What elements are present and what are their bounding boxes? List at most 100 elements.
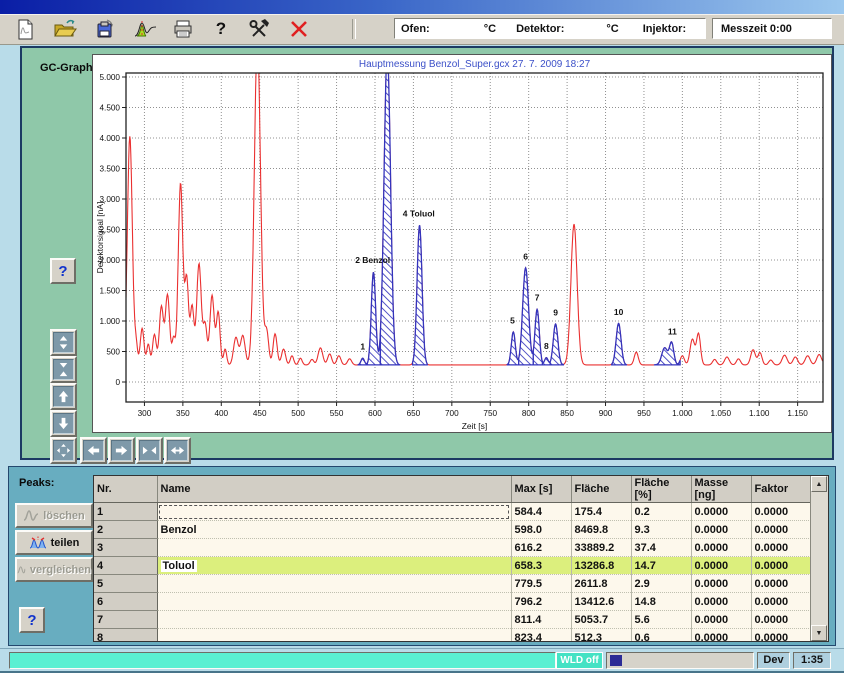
tools-icon[interactable] (246, 17, 272, 41)
table-cell[interactable]: 0.0000 (691, 539, 751, 557)
table-cell[interactable]: 0.0000 (691, 629, 751, 643)
column-header-flaeche[interactable]: Fläche (571, 476, 631, 503)
pan-right-button[interactable] (108, 437, 135, 464)
temperature-fields[interactable]: Ofen: °C Detektor: °C Injektor: °C (394, 18, 706, 39)
table-cell[interactable]: 0.0000 (751, 539, 811, 557)
table-row: 3616.233889.237.40.00000.0000 (94, 539, 811, 557)
table-cell[interactable]: 9.3 (631, 521, 691, 539)
table-cell[interactable]: 0.0000 (751, 575, 811, 593)
table-cell[interactable]: 0.0000 (751, 629, 811, 643)
print-icon[interactable] (170, 17, 196, 41)
table-cell[interactable]: 33889.2 (571, 539, 631, 557)
table-cell[interactable]: 14.8 (631, 593, 691, 611)
help-icon[interactable]: ? (208, 17, 234, 41)
table-cell[interactable]: 823.4 (511, 629, 571, 643)
table-cell[interactable]: 13286.8 (571, 557, 631, 575)
table-cell[interactable]: 0.6 (631, 629, 691, 643)
table-cell[interactable]: 0.0000 (751, 503, 811, 521)
row-number-cell[interactable]: 8 (94, 629, 157, 643)
table-cell[interactable]: 2.9 (631, 575, 691, 593)
wld-indicator[interactable]: WLD off (556, 652, 603, 669)
table-cell[interactable]: 598.0 (511, 521, 571, 539)
column-header-faktor[interactable]: Faktor (751, 476, 811, 503)
chromatogram-chart[interactable]: 12 Benzol4 Toluol56789101130035040045050… (92, 54, 832, 433)
row-number-cell[interactable]: 3 (94, 539, 157, 557)
table-cell[interactable]: 37.4 (631, 539, 691, 557)
svg-text:300: 300 (138, 409, 152, 418)
table-cell[interactable]: 584.4 (511, 503, 571, 521)
table-cell[interactable]: 779.5 (511, 575, 571, 593)
table-cell[interactable]: 811.4 (511, 611, 571, 629)
table-cell[interactable]: 0.0000 (751, 521, 811, 539)
column-header-max[interactable]: Max [s] (511, 476, 571, 503)
row-number-cell[interactable]: 2 (94, 521, 157, 539)
table-cell[interactable] (157, 593, 511, 611)
table-cell[interactable] (157, 539, 511, 557)
pan-left-button[interactable] (80, 437, 107, 464)
abort-icon[interactable] (286, 17, 312, 41)
peaks-help-button[interactable]: ? (19, 607, 45, 633)
row-number-cell[interactable]: 5 (94, 575, 157, 593)
pan-all-button[interactable] (50, 437, 77, 464)
peak-label-11: 11 (668, 326, 677, 336)
table-cell[interactable]: 5053.7 (571, 611, 631, 629)
table-cell[interactable]: 175.4 (571, 503, 631, 521)
table-cell[interactable]: 512.3 (571, 629, 631, 643)
column-header-masse[interactable]: Masse [ng] (691, 476, 751, 503)
new-file-icon[interactable] (12, 17, 38, 41)
teilen-button[interactable]: teilen (15, 530, 93, 555)
row-number-cell[interactable]: 7 (94, 611, 157, 629)
table-row: 8823.4512.30.60.00000.0000 (94, 629, 811, 643)
table-cell[interactable]: 5.6 (631, 611, 691, 629)
table-cell[interactable]: 0.0000 (691, 503, 751, 521)
expand-horizontal-button[interactable] (164, 437, 191, 464)
table-cell[interactable]: 0.0000 (691, 593, 751, 611)
table-cell[interactable]: Benzol (157, 521, 511, 539)
column-header-flaeche-pct[interactable]: Fläche [%] (631, 476, 691, 503)
open-file-icon[interactable] (52, 17, 78, 41)
table-cell[interactable]: 0.2 (631, 503, 691, 521)
scroll-up-button[interactable]: ▲ (811, 476, 827, 492)
delete-peak-icon (23, 510, 39, 521)
title-bar[interactable] (0, 0, 844, 14)
table-cell[interactable] (157, 575, 511, 593)
table-cell[interactable]: 14.7 (631, 557, 691, 575)
table-cell[interactable]: 8469.8 (571, 521, 631, 539)
table-cell[interactable] (157, 629, 511, 643)
table-cell[interactable]: 658.3 (511, 557, 571, 575)
row-number-cell[interactable]: 6 (94, 593, 157, 611)
compress-vertical-button[interactable] (50, 356, 77, 383)
table-cell[interactable]: 2611.8 (571, 575, 631, 593)
table-cell[interactable]: 0.0000 (691, 521, 751, 539)
table-cell[interactable]: Toluol (157, 557, 511, 575)
row-number-cell[interactable]: 4 (94, 557, 157, 575)
table-cell[interactable]: 616.2 (511, 539, 571, 557)
chromatogram-icon[interactable] (132, 17, 158, 41)
toolbar-separator (352, 19, 356, 39)
graph-help-button[interactable]: ? (50, 258, 76, 284)
row-number-cell[interactable]: 1 (94, 503, 157, 521)
table-cell[interactable]: 0.0000 (751, 557, 811, 575)
table-cell[interactable]: 0.0000 (691, 575, 751, 593)
table-cell[interactable]: 0.0000 (751, 611, 811, 629)
peaks-title: Peaks: (19, 477, 54, 489)
table-cell[interactable]: 796.2 (511, 593, 571, 611)
save-clipboard-icon[interactable] (92, 17, 118, 41)
expand-vertical-button[interactable] (50, 329, 77, 356)
column-header-name[interactable]: Name (157, 476, 511, 503)
arrow-right-icon (111, 440, 132, 461)
table-cell[interactable]: 0.0000 (691, 557, 751, 575)
table-cell[interactable] (157, 503, 511, 521)
table-scrollbar[interactable]: ▲ ▼ (810, 476, 828, 641)
pan-down-button[interactable] (50, 410, 77, 437)
loeschen-button[interactable]: löschen (15, 503, 93, 528)
compress-horizontal-button[interactable] (136, 437, 163, 464)
column-header-nr[interactable]: Nr. (94, 476, 157, 503)
table-cell[interactable]: 0.0000 (691, 611, 751, 629)
vergleichen-button[interactable]: vergleichen (15, 557, 93, 582)
table-cell[interactable]: 0.0000 (751, 593, 811, 611)
table-cell[interactable]: 13412.6 (571, 593, 631, 611)
pan-up-button[interactable] (50, 383, 77, 410)
scroll-down-button[interactable]: ▼ (811, 625, 827, 641)
table-cell[interactable] (157, 611, 511, 629)
